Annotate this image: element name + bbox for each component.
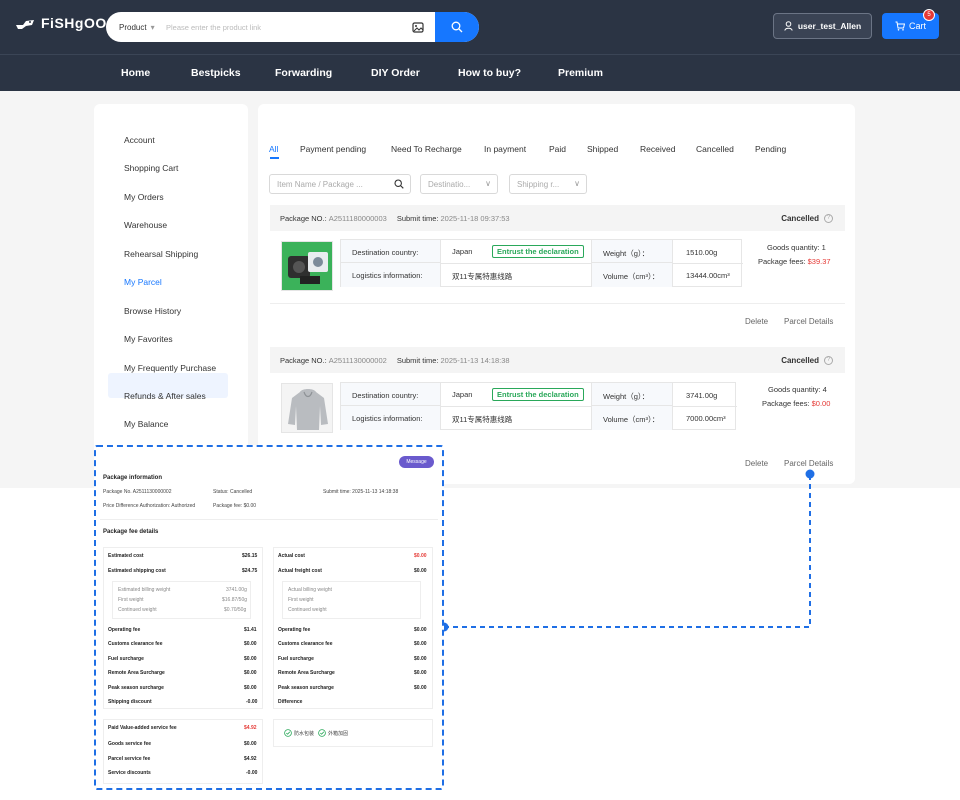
continued-weight-label: Continued weight [118,607,157,613]
fee-row-value: $0.00 [414,670,427,676]
fee-row-value: $0.00 [244,670,257,676]
vas-row-label: Service discounts [108,770,151,776]
package-info-title: Package information [103,475,163,481]
divider [100,519,438,520]
price-diff-label: Price Difference Authorization: [103,503,171,509]
actual-continued-weight-label: Continued weight [288,607,327,613]
estimated-cost-label: Estimated cost [108,553,144,559]
service-tag: 外箱加固 [328,731,349,737]
price-diff-value: Authorized [171,503,196,509]
fee-row-value: $0.00 [414,656,427,662]
service-check-icon [284,729,292,737]
actual-freight-label: Actual freight cost [278,568,322,574]
service-check-icon [318,729,326,737]
fee-row-label: Peak season surcharge [108,685,164,691]
detail-submit-time: Submit time: 2025-11-13 14:18:38 [323,489,399,495]
fee-row-value: $1.41 [244,627,257,633]
first-weight-label: First weight [118,597,144,603]
fee-row-value: $0.00 [414,641,427,647]
vas-row-label: Parcel service fee [108,756,151,762]
actual-cost-value: $0.00 [414,553,427,559]
fee-row-label: Difference [278,699,303,705]
fee-row-label: Customs clearance fee [108,641,163,647]
fee-row-label: Remote Area Surcharge [108,670,165,676]
fee-row-label: Remote Area Surcharge [278,670,335,676]
vas-row-value: $4.92 [244,756,257,762]
first-weight-value: $16.87/50g [222,597,248,603]
fee-row-value: $0.00 [244,641,257,647]
fee-details-title: Package fee details [103,529,159,535]
fee-row-label: Fuel surcharge [278,656,314,662]
actual-cost-label: Actual cost [278,553,305,559]
actual-billing-weight-label: Actual billing weight [288,587,332,593]
vas-row-value: -0.00 [246,770,258,776]
estimated-billing-weight-label: Estimated billing weight [118,587,171,593]
detail-status: Status: Cancelled [213,489,253,495]
vas-fee-label: Paid Value-added service fee [108,725,177,731]
parcel-details-callout: Message Package information Package No. … [94,445,444,790]
estimated-cost-value: $26.15 [242,553,258,559]
continued-weight-value: $0.70/50g [224,607,247,613]
fee-row-label: Customs clearance fee [278,641,333,647]
fee-row-label: Peak season surcharge [278,685,334,691]
fee-row-value: $0.00 [244,685,257,691]
fee-row-value: $0.00 [414,685,427,691]
fee-row-value: $0.00 [414,627,427,633]
actual-first-weight-label: First weight [288,597,314,603]
actual-freight-value: $0.00 [414,568,427,574]
estimated-billing-weight-value: 3741.00g [226,587,247,593]
fee-row-value: -0.00 [246,699,258,705]
fee-row-label: Operating fee [108,627,141,633]
fee-row-label: Fuel surcharge [108,656,144,662]
estimated-shipping-label: Estimated shipping cost [108,568,166,574]
detail-package-fee: Package fee: $0.00 [213,503,257,509]
service-tag: 防水包装 [294,731,315,737]
fee-row-label: Operating fee [278,627,311,633]
detail-package-no: Package No. A2511130000002 [103,489,172,495]
vas-row-label: Goods service fee [108,741,152,747]
estimated-shipping-value: $24.75 [242,568,258,574]
fee-row-value: $0.00 [244,656,257,662]
message-button[interactable]: Message [399,456,434,468]
vas-row-value: $0.00 [244,741,257,747]
vas-fee-value: $4.92 [244,725,257,731]
fee-row-label: Shipping discount [108,699,152,705]
